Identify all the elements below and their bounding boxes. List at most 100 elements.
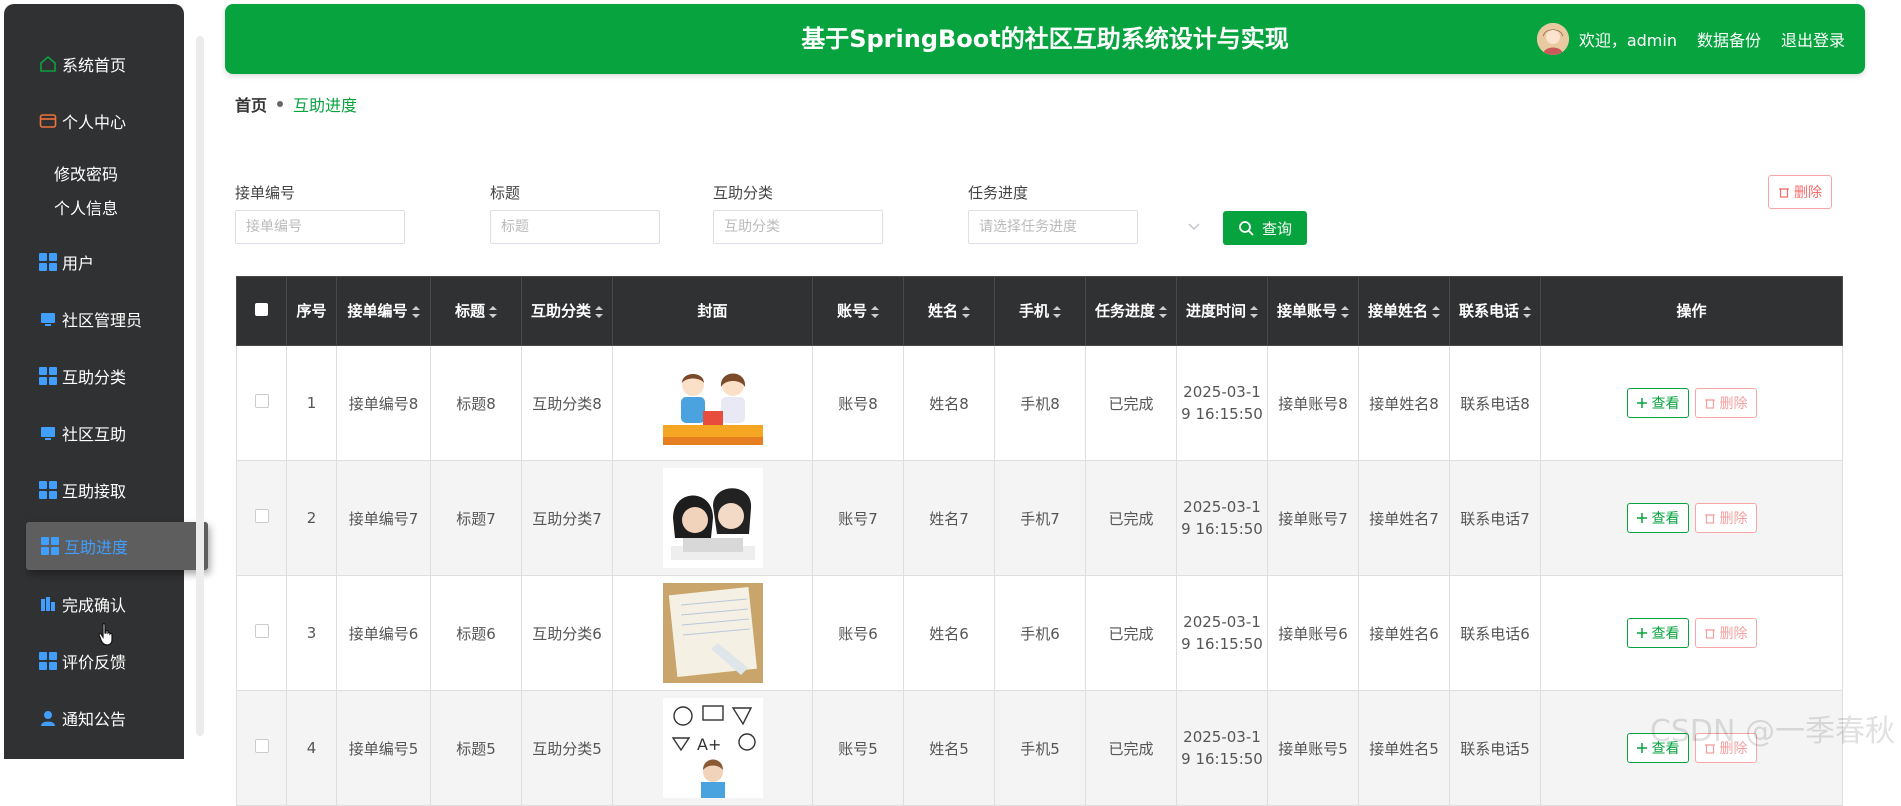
column-header[interactable]: 接单姓名: [1358, 276, 1450, 346]
sidebar-item-personal-info[interactable]: 个人信息: [4, 192, 184, 222]
sidebar-item-help-category[interactable]: 互助分类: [4, 356, 184, 396]
cell-title: 标题7: [430, 460, 522, 576]
table-row: 4 接单编号5 标题5 互助分类5 A+ 账号5 姓名5 手机5 已完成 2025-03-19 1…: [236, 690, 1843, 806]
column-header[interactable]: 标题: [430, 276, 522, 346]
column-header: 序号: [286, 276, 337, 346]
cell-name: 姓名7: [903, 460, 995, 576]
cell-cover-image[interactable]: [612, 460, 813, 576]
hand-cursor-icon: [98, 622, 113, 646]
sidebar-item-notice[interactable]: 通知公告: [4, 698, 184, 738]
column-header[interactable]: 互助分类: [521, 276, 613, 346]
title-input[interactable]: [490, 210, 660, 244]
sidebar-item-label: 互助分类: [62, 368, 127, 387]
select-all-checkbox[interactable]: [236, 276, 287, 346]
row-checkbox[interactable]: [236, 690, 287, 806]
sidebar-scrollbar[interactable]: [196, 36, 204, 736]
view-button[interactable]: 查看: [1626, 388, 1689, 418]
column-header[interactable]: 联系电话: [1449, 276, 1541, 346]
sort-icon[interactable]: [1341, 305, 1349, 318]
column-header[interactable]: 任务进度: [1085, 276, 1177, 346]
column-header[interactable]: 姓名: [903, 276, 995, 346]
cell-actions: 查看 删除: [1540, 345, 1843, 461]
delete-button[interactable]: 删除: [1694, 503, 1757, 533]
sidebar-item-community-help[interactable]: 社区互助: [4, 413, 184, 453]
breadcrumb-home[interactable]: 首页: [235, 92, 267, 116]
sort-icon[interactable]: [1159, 305, 1167, 318]
row-checkbox[interactable]: [236, 345, 287, 461]
sort-icon[interactable]: [1053, 305, 1061, 318]
search-button[interactable]: 查询: [1223, 211, 1307, 245]
cell-phone: 手机5: [994, 690, 1086, 806]
chevron-down-icon[interactable]: [1186, 218, 1202, 234]
column-header[interactable]: 接单账号: [1267, 276, 1359, 346]
sort-icon[interactable]: [1432, 305, 1440, 318]
table-header: 序号 接单编号 标题 互助分类 封面 账号 姓名 手机 任务进度 进度时间 接单…: [236, 276, 1843, 346]
column-header[interactable]: 接单编号: [336, 276, 431, 346]
sidebar-item-home[interactable]: 系统首页: [4, 44, 184, 84]
cell-contact: 联系电话8: [1449, 345, 1541, 461]
sidebar-item-label: 系统首页: [62, 56, 127, 75]
sidebar-item-label: 个人信息: [54, 199, 119, 218]
cell-order-code: 接单编号7: [336, 460, 431, 576]
cell-contact: 联系电话7: [1449, 460, 1541, 576]
watermark: CSDN @一季春秋: [1649, 714, 1895, 749]
sort-icon[interactable]: [489, 305, 497, 318]
help-category-input[interactable]: [713, 210, 883, 244]
column-header[interactable]: 手机: [994, 276, 1086, 346]
cell-cover-image[interactable]: [612, 575, 813, 691]
order-code-input[interactable]: [235, 210, 405, 244]
plus-icon: [1636, 743, 1647, 753]
task-progress-select[interactable]: [968, 210, 1138, 244]
row-checkbox[interactable]: [236, 460, 287, 576]
cell-name: 姓名8: [903, 345, 995, 461]
sidebar-item-help-accept[interactable]: 互助接取: [4, 470, 184, 510]
title-label: 标题: [490, 184, 521, 202]
welcome-text: 欢迎，admin: [1578, 31, 1677, 50]
data-backup-link[interactable]: 数据备份: [1697, 27, 1761, 51]
sort-icon[interactable]: [595, 305, 603, 318]
delete-button[interactable]: 删除: [1694, 388, 1757, 418]
table-row: 2 接单编号7 标题7 互助分类7 账号7 姓名7 手机7 已完成 2025-03-19 16:…: [236, 460, 1843, 576]
cell-account: 账号5: [812, 690, 904, 806]
sort-icon[interactable]: [411, 305, 420, 318]
order-code-label: 接单编号: [235, 184, 296, 202]
sidebar-item-community-admin[interactable]: 社区管理员: [4, 299, 184, 339]
cell-taker-account: 接单账号5: [1267, 690, 1359, 806]
view-button[interactable]: 查看: [1626, 618, 1689, 648]
sidebar-item-label: 用户: [62, 254, 95, 273]
trash-icon: [1704, 399, 1715, 409]
task-progress-label: 任务进度: [968, 184, 1029, 202]
avatar: [1536, 23, 1569, 55]
sidebar-item-completion-confirm[interactable]: 完成确认: [4, 584, 184, 624]
sidebar-item-users[interactable]: 用户: [4, 242, 184, 282]
grid-icon: [38, 480, 58, 500]
cell-taker-name: 接单姓名7: [1358, 460, 1450, 576]
cell-cover-image[interactable]: [612, 345, 813, 461]
sidebar-item-label: 通知公告: [62, 710, 127, 729]
column-header[interactable]: 进度时间: [1176, 276, 1268, 346]
row-checkbox[interactable]: [236, 575, 287, 691]
cell-category: 互助分类5: [521, 690, 613, 806]
sidebar-item-label: 社区互助: [62, 425, 127, 444]
cell-name: 姓名5: [903, 690, 995, 806]
user-icon: [38, 708, 58, 728]
sidebar-item-change-password[interactable]: 修改密码: [4, 158, 184, 188]
cell-progress-time: 2025-03-19 16:15:50: [1176, 460, 1268, 576]
logout-link[interactable]: 退出登录: [1781, 27, 1845, 51]
sort-icon[interactable]: [1250, 305, 1258, 318]
batch-delete-button[interactable]: 删除: [1768, 175, 1832, 209]
sidebar-item-feedback[interactable]: 评价反馈: [4, 641, 184, 681]
cell-phone: 手机7: [994, 460, 1086, 576]
cell-order-code: 接单编号8: [336, 345, 431, 461]
view-button[interactable]: 查看: [1626, 503, 1689, 533]
help-category-label: 互助分类: [713, 184, 774, 202]
sort-icon[interactable]: [871, 305, 879, 318]
cell-cover-image[interactable]: A+: [612, 690, 813, 806]
sort-icon[interactable]: [1523, 305, 1531, 318]
column-header[interactable]: 账号: [812, 276, 904, 346]
sidebar-item-personal-center[interactable]: 个人中心: [4, 101, 184, 141]
delete-button[interactable]: 删除: [1694, 618, 1757, 648]
sort-icon[interactable]: [962, 305, 970, 318]
sidebar-item-label: 互助接取: [62, 482, 127, 501]
sidebar-item-help-progress[interactable]: 互助进度: [26, 522, 208, 570]
